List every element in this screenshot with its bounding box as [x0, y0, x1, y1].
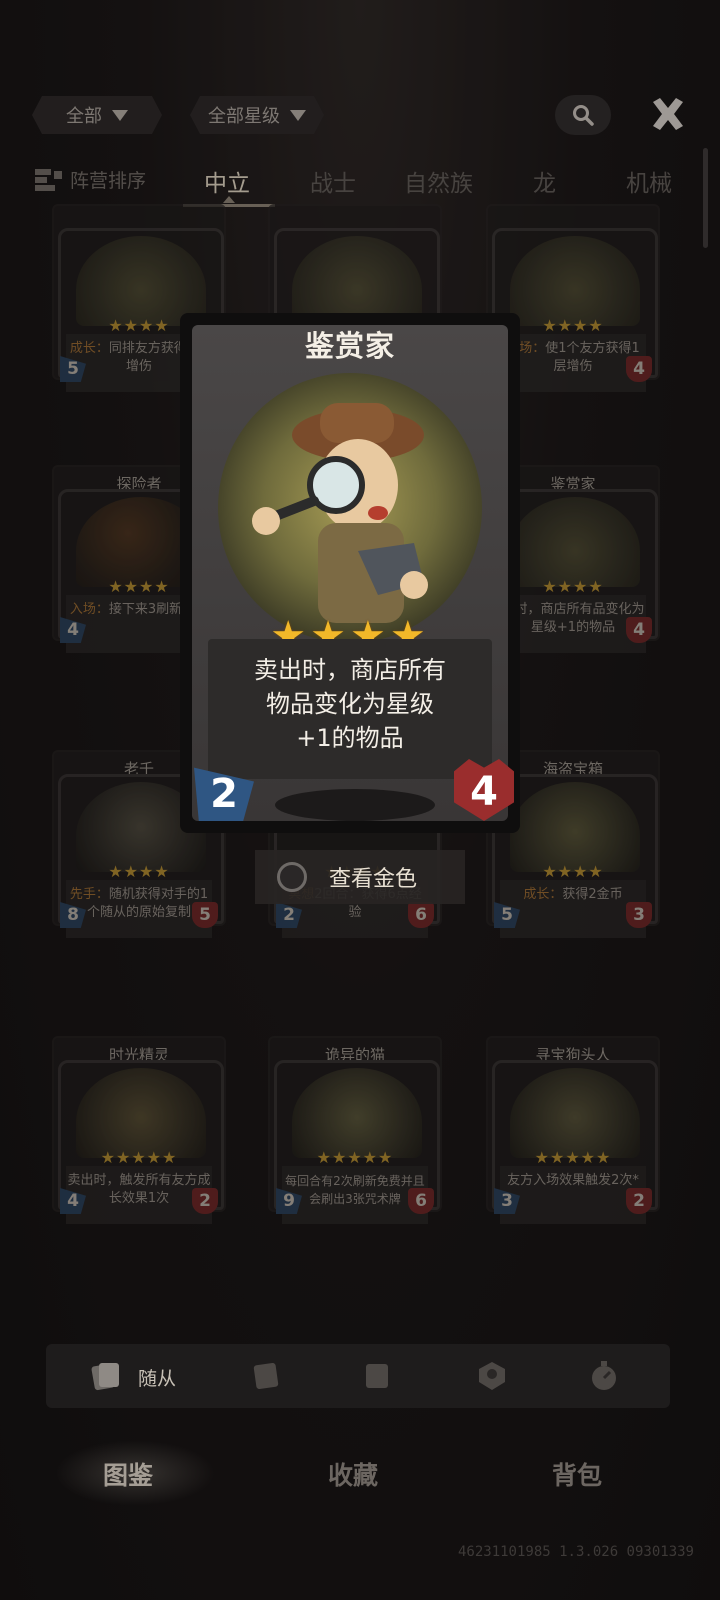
- detail-desc-line: 卖出时，商店所有: [254, 656, 446, 684]
- category-item[interactable]: [362, 1360, 394, 1392]
- category-minion[interactable]: [90, 1360, 122, 1392]
- detail-card-title: 鉴赏家: [304, 329, 395, 363]
- hero-icon: [479, 1362, 505, 1390]
- detail-desc-line: 物品变化为星级: [266, 690, 434, 718]
- detail-card-art: [218, 373, 482, 643]
- category-hero[interactable]: [476, 1360, 508, 1392]
- appraiser-portrait-icon: [252, 403, 428, 623]
- radio-button[interactable]: [277, 862, 307, 892]
- card-detail-popup[interactable]: 鉴赏家 ★★★★ 卖出时，商店所有 物品变化为星级 +1的物品 2 4: [180, 313, 520, 833]
- minion-icon: [91, 1363, 119, 1391]
- view-gold-label: 查看金色: [329, 867, 418, 892]
- collection-screen: 全部 全部星级 阵营排序 中立 战士 自然族 龙 机械 ★★★★ 成长：同排友方…: [0, 0, 720, 1600]
- item-card-icon: [366, 1364, 388, 1388]
- stopwatch-icon: [592, 1361, 616, 1390]
- category-timer[interactable]: [588, 1360, 620, 1392]
- category-spell[interactable]: [250, 1360, 282, 1392]
- detail-card-description: 卖出时，商店所有 物品变化为星级 +1的物品: [208, 639, 492, 779]
- detail-card-tribe-slot: [275, 789, 435, 821]
- category-active-label: 随从: [138, 1368, 177, 1390]
- nav-collection[interactable]: 收藏: [328, 1456, 378, 1492]
- bottom-nav: 图鉴 收藏 背包: [0, 1440, 720, 1510]
- view-gold-toggle[interactable]: 查看金色: [255, 850, 465, 904]
- nav-codex[interactable]: 图鉴: [103, 1456, 153, 1492]
- version-string: 46231101985 1.3.026 09301339: [457, 1544, 694, 1560]
- nav-backpack[interactable]: 背包: [552, 1456, 602, 1492]
- detail-desc-line: +1的物品: [296, 724, 404, 752]
- spell-card-icon: [253, 1362, 279, 1390]
